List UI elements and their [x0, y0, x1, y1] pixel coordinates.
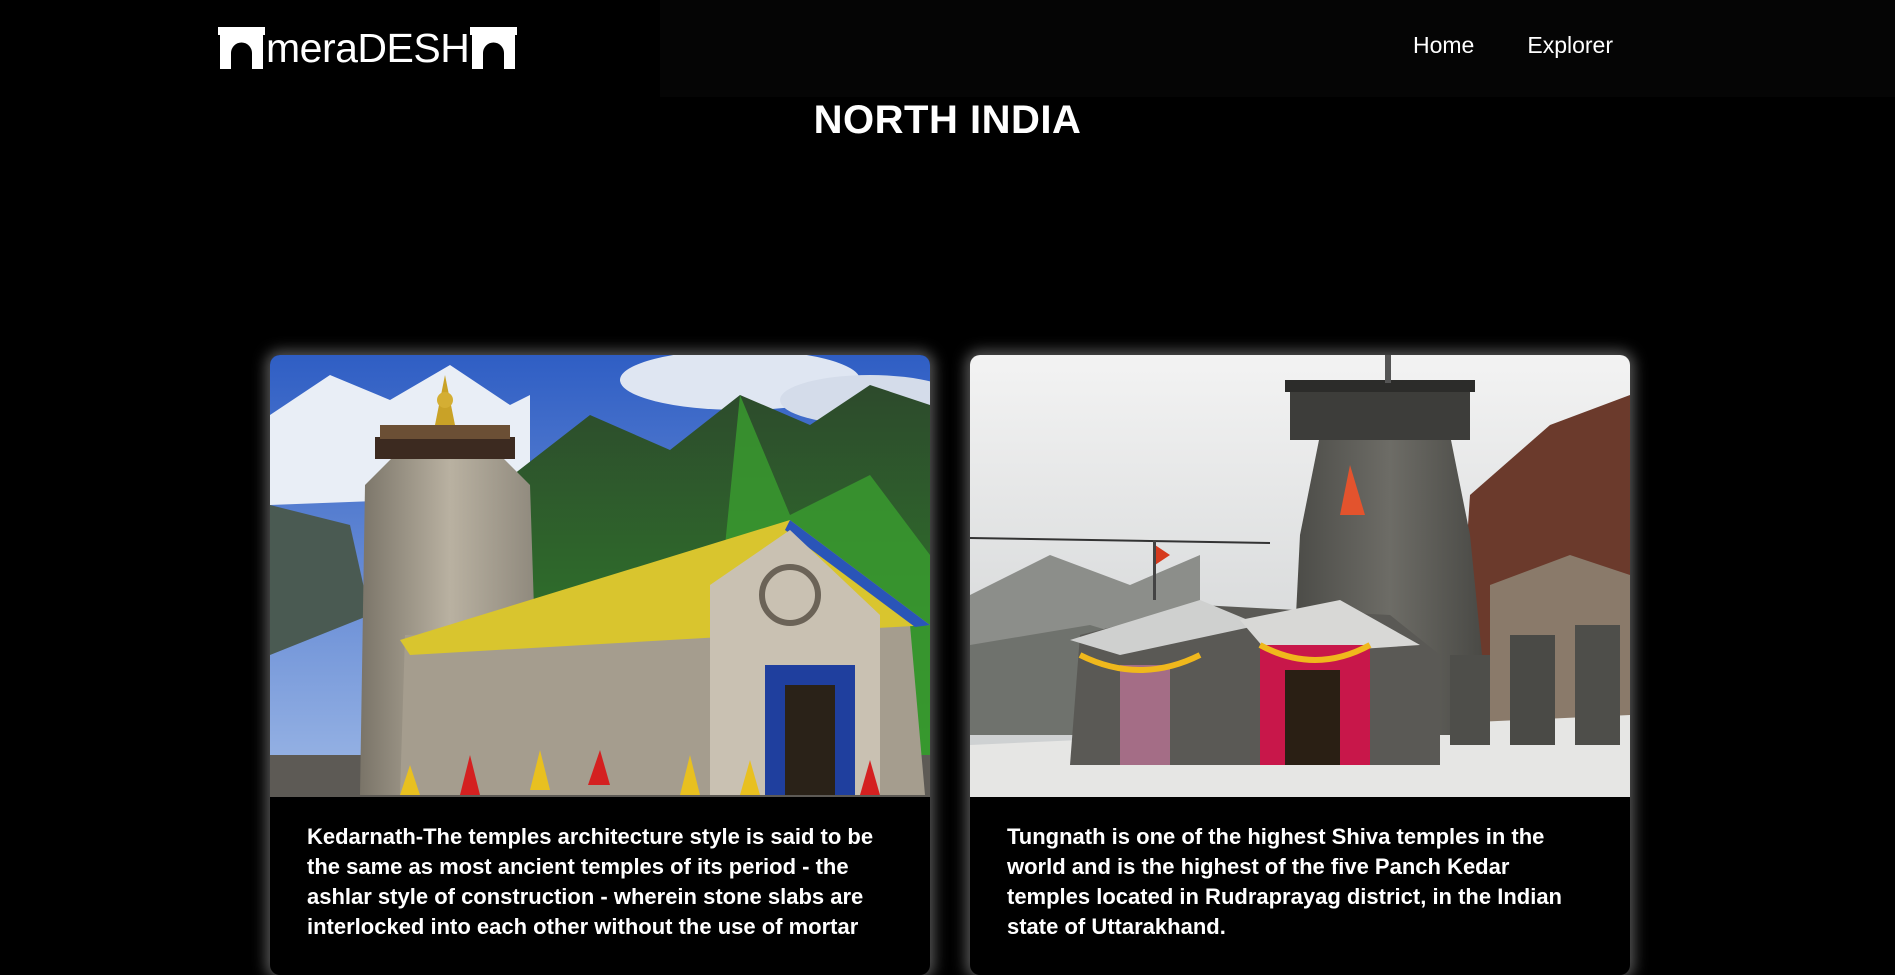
nav-explorer-link[interactable]: Explorer: [1527, 32, 1613, 59]
kedarnath-temple-image: [270, 355, 930, 797]
top-navbar: meraDESH Home Explorer: [0, 0, 1895, 98]
navbar-panel: [660, 0, 1895, 97]
page-title: NORTH INDIA: [813, 98, 1082, 142]
logo-text: meraDESH: [266, 25, 470, 71]
destination-card-tungnath[interactable]: Tungnath is one of the highest Shiva tem…: [970, 355, 1630, 975]
main-nav: Home Explorer: [1413, 32, 1613, 59]
card-description: Kedarnath-The temples architecture style…: [307, 824, 874, 939]
gate-logo-icon: [470, 27, 518, 69]
destination-card-kedarnath[interactable]: Kedarnath-The temples architecture style…: [270, 355, 930, 975]
tungnath-temple-image: [970, 355, 1630, 797]
nav-home-link[interactable]: Home: [1413, 32, 1474, 59]
gate-logo-icon: [218, 27, 265, 69]
card-description: Tungnath is one of the highest Shiva tem…: [1007, 824, 1562, 939]
site-logo[interactable]: meraDESH: [218, 25, 518, 71]
